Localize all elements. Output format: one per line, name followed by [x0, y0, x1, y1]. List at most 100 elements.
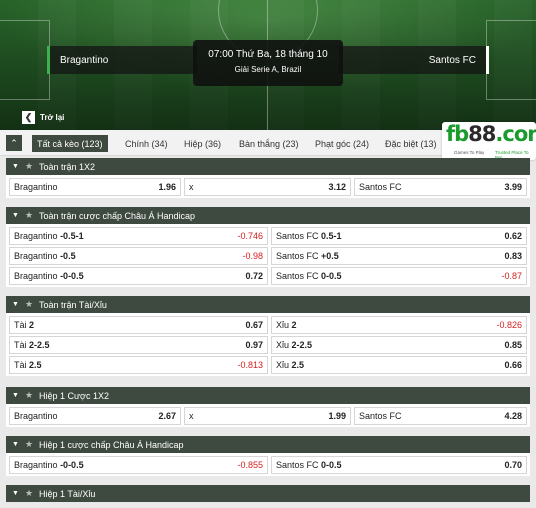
- odds-cell[interactable]: Santos FC 0-0.5 0.70: [271, 456, 527, 474]
- star-icon[interactable]: ★: [25, 161, 33, 172]
- odds-cell[interactable]: Bragantino 1.96: [9, 178, 181, 196]
- odds-value: -0.87: [501, 271, 522, 281]
- logo-wordmark: fb88.com: [446, 122, 536, 146]
- handicap-line: -0-0.5: [60, 271, 84, 281]
- chevron-left-icon: ❮: [22, 110, 35, 124]
- star-icon[interactable]: ★: [25, 299, 33, 310]
- odds-value: 0.83: [504, 251, 522, 261]
- chevron-down-icon[interactable]: ▼: [12, 163, 19, 170]
- handicap-line: -0-0.5: [60, 460, 84, 470]
- section-header[interactable]: ▼ ★ Hiệp 1 cược chấp Châu Á Handicap: [6, 436, 530, 453]
- chevron-down-icon[interactable]: ▼: [12, 490, 19, 497]
- tab-main[interactable]: Chính (34): [120, 135, 173, 152]
- tab-corners[interactable]: Phạt góc (24): [310, 135, 374, 152]
- odds-cell[interactable]: x 3.12: [184, 178, 351, 196]
- selection-label: Xỉu 2-2.5: [276, 340, 313, 350]
- odds-cell[interactable]: Tài 2 0.67: [9, 316, 268, 334]
- collapse-all-button[interactable]: ⌃: [6, 135, 22, 151]
- handicap-line: 2-2.5: [29, 340, 50, 350]
- section-header[interactable]: ▼ ★ Toàn trận 1X2: [6, 158, 530, 175]
- selection-label: Santos FC 0.5-1: [276, 231, 342, 241]
- odds-cell[interactable]: Bragantino -0.5-1 -0.746: [9, 227, 268, 245]
- tab-goals[interactable]: Bàn thắng (23): [234, 135, 304, 152]
- odds-cell[interactable]: Bragantino -0-0.5 0.72: [9, 267, 268, 285]
- match-bar: Bragantino Santos FC 07:00 Thứ Ba, 18 th…: [47, 40, 489, 86]
- odds-value: 0.97: [245, 340, 263, 350]
- odds-value: -0.826: [496, 320, 522, 330]
- odds-row: Bragantino -0-0.5 -0.855 Santos FC 0-0.5 0.…: [6, 453, 530, 474]
- market-section: ▼ ★ Hiệp 1 cược chấp Châu Á Handicap Bragan…: [6, 436, 530, 476]
- pitch-line-right: [486, 20, 536, 100]
- odds-cell[interactable]: x 1.99: [184, 407, 351, 425]
- handicap-line: +0.5: [321, 251, 339, 261]
- section-title: Hiệp 1 Cược 1X2: [39, 390, 109, 401]
- match-league: Giải Serie A, Brazil: [234, 65, 302, 74]
- odds-cell[interactable]: Santos FC 3.99: [354, 178, 527, 196]
- section-title: Toàn trận cược chấp Châu Á Handicap: [39, 210, 196, 221]
- odds-cell[interactable]: Bragantino -0.5 -0.98: [9, 247, 268, 265]
- odds-value: 4.28: [504, 411, 522, 421]
- chevron-down-icon[interactable]: ▼: [12, 301, 19, 308]
- selection-label: Bragantino -0.5-1: [14, 231, 84, 241]
- odds-row: Bragantino -0.5 -0.98 Santos FC +0.5 0.83: [6, 244, 530, 265]
- odds-cell[interactable]: Santos FC 4.28: [354, 407, 527, 425]
- chevrons-up-icon: ⌃: [10, 137, 18, 148]
- odds-cell[interactable]: Santos FC +0.5 0.83: [271, 247, 527, 265]
- section-header[interactable]: ▼ ★ Hiệp 1 Cược 1X2: [6, 387, 530, 404]
- selection-label: Santos FC: [359, 182, 402, 192]
- match-datetime: 07:00 Thứ Ba, 18 tháng 10: [208, 49, 328, 60]
- star-icon[interactable]: ★: [25, 210, 33, 221]
- odds-row: Tài 2-2.5 0.97 Xỉu 2-2.5 0.85: [6, 333, 530, 354]
- odds-value: -0.813: [237, 360, 263, 370]
- odds-value: 3.12: [328, 182, 346, 192]
- odds-cell[interactable]: Xỉu 2 -0.826: [271, 316, 527, 334]
- handicap-line: 2.5: [29, 360, 42, 370]
- odds-cell[interactable]: Xỉu 2.5 0.66: [271, 356, 527, 374]
- chevron-down-icon[interactable]: ▼: [12, 392, 19, 399]
- selection-label: Santos FC: [359, 411, 402, 421]
- section-header[interactable]: ▼ ★ Hiệp 1 Tài/Xỉu: [6, 485, 530, 502]
- back-button[interactable]: ❮ Trở lại: [22, 110, 64, 124]
- away-team-name: Santos FC: [428, 54, 476, 66]
- tab-half[interactable]: Hiệp (36): [179, 135, 226, 152]
- match-hero: Bragantino Santos FC 07:00 Thứ Ba, 18 th…: [0, 0, 536, 130]
- selection-label: Santos FC +0.5: [276, 251, 339, 261]
- odds-row: Bragantino -0.5-1 -0.746 Santos FC 0.5-1 0.…: [6, 224, 530, 245]
- odds-value: -0.855: [237, 460, 263, 470]
- odds-cell[interactable]: Santos FC 0.5-1 0.62: [271, 227, 527, 245]
- odds-value: -0.746: [237, 231, 263, 241]
- odds-cell[interactable]: Xỉu 2-2.5 0.85: [271, 336, 527, 354]
- tab-specials[interactable]: Đặc biệt (13): [380, 135, 442, 152]
- section-header[interactable]: ▼ ★ Toàn trận cược chấp Châu Á Handicap: [6, 207, 530, 224]
- tab-all[interactable]: Tất cả kèo (123): [32, 135, 108, 152]
- odds-cell[interactable]: Tài 2.5 -0.813: [9, 356, 268, 374]
- odds-cell[interactable]: Bragantino -0-0.5 -0.855: [9, 456, 268, 474]
- selection-label: Bragantino -0.5: [14, 251, 76, 261]
- chevron-down-icon[interactable]: ▼: [12, 441, 19, 448]
- odds-cell[interactable]: Tài 2-2.5 0.97: [9, 336, 268, 354]
- star-icon[interactable]: ★: [25, 488, 33, 499]
- section-title: Hiệp 1 Tài/Xỉu: [39, 488, 96, 499]
- pitch-line-left: [0, 20, 50, 100]
- odds-value: 3.99: [504, 182, 522, 192]
- fb88-logo: fb88.com Games To Play Trusted Place To …: [442, 122, 536, 160]
- selection-label: Tài 2-2.5: [14, 340, 50, 350]
- selection-label: x: [189, 182, 194, 192]
- odds-row: Tài 2 0.67 Xỉu 2 -0.826: [6, 313, 530, 334]
- star-icon[interactable]: ★: [25, 390, 33, 401]
- star-icon[interactable]: ★: [25, 439, 33, 450]
- handicap-line: 2: [29, 320, 35, 330]
- home-team: Bragantino: [47, 46, 197, 74]
- selection-label: Tài 2: [14, 320, 35, 330]
- section-title: Toàn trận 1X2: [39, 161, 96, 172]
- selection-label: Bragantino: [14, 182, 58, 192]
- chevron-down-icon[interactable]: ▼: [12, 212, 19, 219]
- odds-cell[interactable]: Bragantino 2.67: [9, 407, 181, 425]
- handicap-line: -0.5-1: [60, 231, 84, 241]
- odds-cell[interactable]: Santos FC 0-0.5 -0.87: [271, 267, 527, 285]
- section-header[interactable]: ▼ ★ Toàn trận Tài/Xỉu: [6, 296, 530, 313]
- market-section: ▼ ★ Toàn trận Tài/Xỉu Tài 2 0.67 Xỉu 2 -0.826 T…: [6, 296, 530, 376]
- selection-label: Bragantino -0-0.5: [14, 460, 84, 470]
- handicap-line: 0-0.5: [321, 460, 342, 470]
- market-section: ▼ ★ Toàn trận 1X2 Bragantino 1.96 x 3.12 Santos…: [6, 158, 530, 198]
